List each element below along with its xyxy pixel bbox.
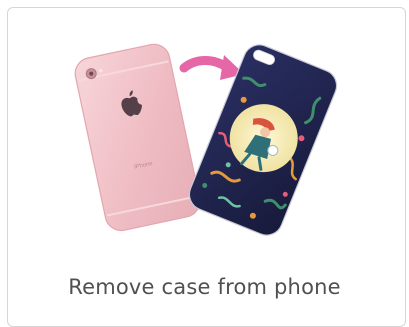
card-caption: Remove case from phone — [68, 275, 341, 299]
remove-case-illustration: iPhone — [74, 43, 338, 236]
arrow-icon — [179, 55, 244, 80]
phone-case — [188, 44, 338, 236]
